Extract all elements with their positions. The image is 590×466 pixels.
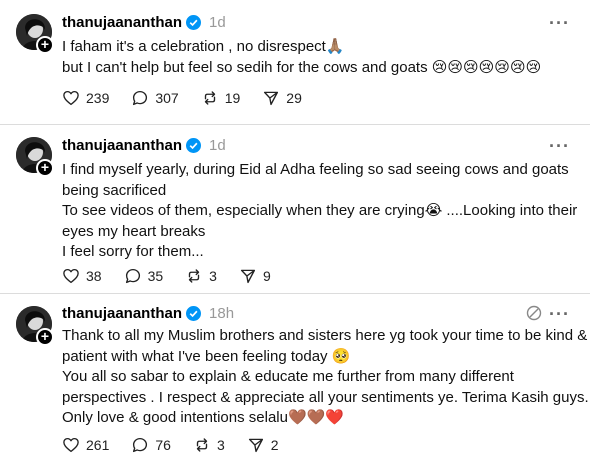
follow-plus-icon[interactable]: + — [36, 36, 54, 54]
action-bar: 239 307 19 29 — [62, 89, 324, 107]
more-icon[interactable]: ··· — [549, 13, 570, 34]
repost-icon — [188, 269, 200, 283]
post-time: 1d — [209, 13, 226, 31]
verified-badge-icon — [186, 14, 202, 30]
reply-count: 35 — [147, 268, 164, 284]
heart-icon — [63, 437, 79, 453]
divider — [0, 293, 590, 294]
post-header: thanujaananthan 18h — [62, 303, 234, 323]
post-body: I faham it's a celebration , no disrespe… — [62, 37, 577, 78]
reply-count: 76 — [155, 437, 171, 453]
share-icon — [248, 438, 263, 453]
reply-button[interactable]: 307 — [131, 89, 179, 107]
more-icon[interactable]: ··· — [549, 304, 570, 325]
follow-plus-icon[interactable]: + — [36, 159, 54, 177]
repost-count: 19 — [224, 90, 241, 106]
share-button[interactable]: 29 — [262, 89, 302, 107]
post-line: To see videos of them, especially when t… — [62, 202, 578, 219]
share-icon — [264, 91, 279, 106]
reply-button[interactable]: 76 — [131, 436, 171, 454]
action-bar: 261 76 3 2 — [62, 436, 301, 454]
like-count: 261 — [86, 437, 110, 453]
reply-count: 307 — [155, 90, 179, 106]
share-count: 9 — [262, 268, 271, 284]
post-line: You all so sabar to explain & educate me… — [62, 368, 514, 385]
post-time: 18h — [209, 304, 235, 322]
post-line: perspectives . I respect & appreciate al… — [62, 388, 589, 406]
post-line: Only love & good intentions selalu🤎🤎❤️ — [62, 409, 345, 426]
action-bar: 38 35 3 9 — [62, 267, 293, 285]
share-count: 2 — [270, 437, 279, 453]
share-count: 29 — [286, 90, 302, 106]
like-button[interactable]: 261 — [62, 436, 109, 454]
repost-count: 3 — [209, 268, 217, 284]
share-button[interactable]: 9 — [239, 267, 271, 285]
post-body: Thank to all my Muslim brothers and sist… — [62, 326, 589, 429]
post-line: I find myself yearly, during Eid al Adha… — [62, 161, 569, 178]
username[interactable]: thanujaananthan — [62, 137, 182, 154]
verified-badge-icon — [186, 305, 202, 321]
repost-button[interactable]: 3 — [193, 436, 225, 454]
post-line: but I can't help but feel so sedih for t… — [62, 58, 542, 76]
comment-icon — [133, 90, 148, 106]
more-icon[interactable]: ··· — [549, 136, 570, 157]
like-button[interactable]: 38 — [62, 267, 102, 285]
share-icon — [240, 269, 256, 284]
like-button[interactable]: 239 — [62, 89, 109, 107]
translate-icon[interactable] — [526, 305, 542, 321]
post-time: 1d — [209, 136, 226, 154]
share-button[interactable]: 2 — [247, 436, 279, 454]
like-count: 239 — [86, 90, 110, 106]
post-line: eyes my heart breaks — [62, 222, 206, 240]
reply-button[interactable]: 35 — [124, 267, 164, 285]
post-header: thanujaananthan 1d — [62, 12, 226, 32]
verified-badge-icon — [186, 137, 202, 153]
username[interactable]: thanujaananthan — [62, 305, 182, 322]
post-body: I find myself yearly, during Eid al Adha… — [62, 160, 577, 263]
heart-icon — [63, 90, 79, 106]
post-header: thanujaananthan 1d — [62, 135, 226, 155]
divider — [0, 124, 590, 125]
post-line: being sacrificed — [62, 181, 167, 199]
repost-icon — [196, 438, 208, 452]
username[interactable]: thanujaananthan — [62, 14, 182, 31]
heart-icon — [63, 268, 79, 284]
follow-plus-icon[interactable]: + — [36, 328, 54, 346]
comment-icon — [125, 268, 140, 284]
comment-icon — [133, 437, 148, 453]
like-count: 38 — [86, 268, 102, 284]
post-line: Thank to all my Muslim brothers and sist… — [62, 327, 588, 344]
repost-button[interactable]: 19 — [201, 89, 241, 107]
repost-button[interactable]: 3 — [185, 267, 217, 285]
post-line: patient with what I've been feeling toda… — [62, 347, 351, 365]
repost-icon — [204, 91, 215, 105]
repost-count: 3 — [216, 437, 225, 453]
post-line: I faham it's a celebration , no disrespe… — [62, 38, 345, 55]
post-line: I feel sorry for them... — [62, 243, 204, 260]
